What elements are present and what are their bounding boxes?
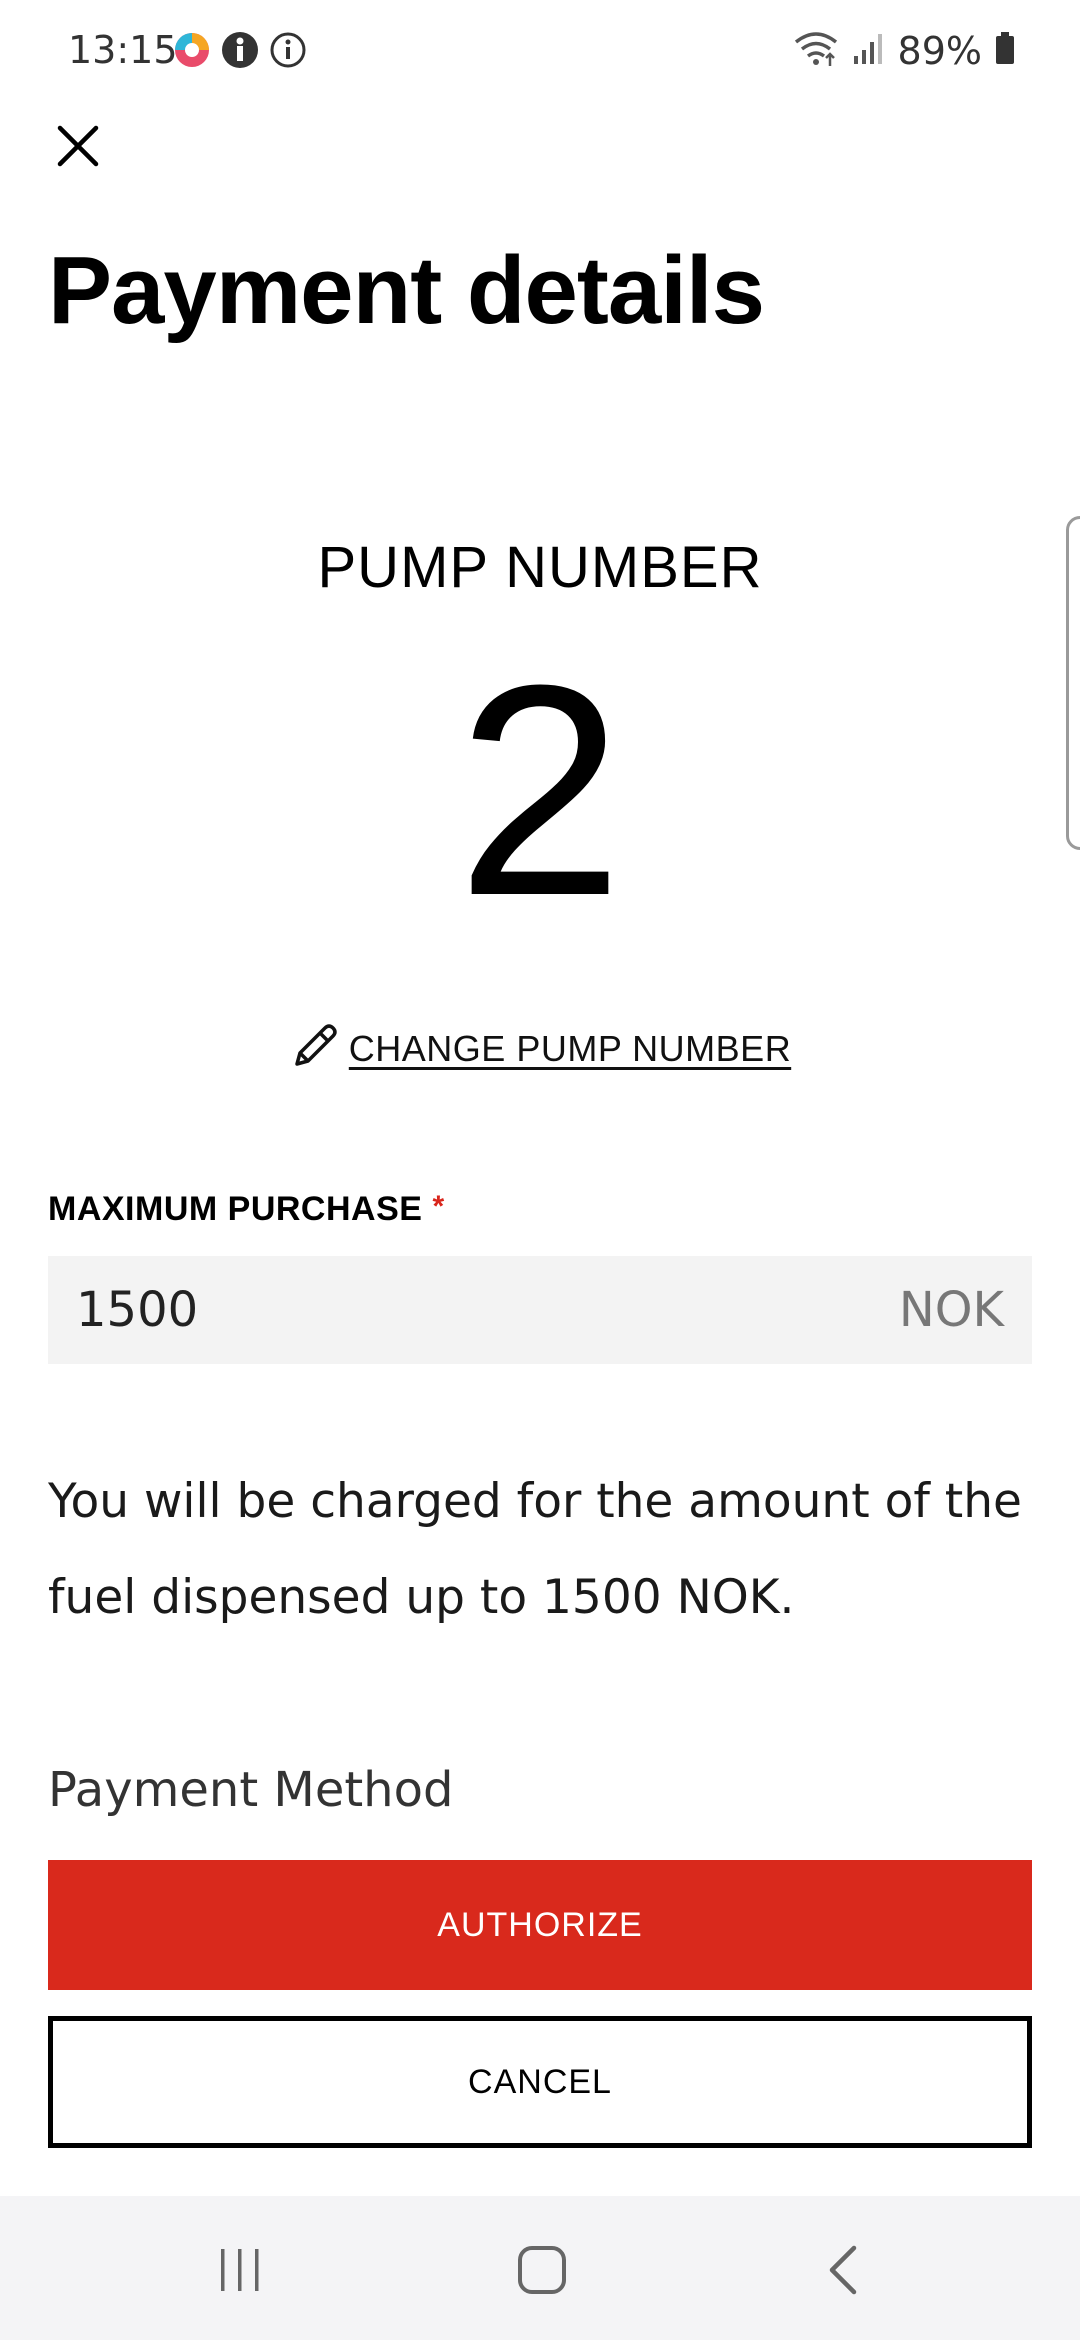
wifi-icon [792, 28, 840, 73]
charge-info-text: You will be charged for the amount of th… [48, 1474, 1022, 1625]
authorize-button[interactable]: AUTHORIZE [48, 1860, 1032, 1990]
back-icon [822, 2244, 866, 2301]
payment-method-label: Payment Method [48, 1762, 454, 1818]
recent-apps-button[interactable] [200, 2232, 280, 2312]
max-purchase-label-row: MAXIMUM PURCHASE * [48, 1190, 444, 1229]
app-notification-icon [172, 30, 212, 75]
max-purchase-label: MAXIMUM PURCHASE [48, 1190, 423, 1228]
status-bar: 13:15 89% [0, 0, 1080, 104]
status-notification-icons [172, 30, 308, 75]
required-marker: * [432, 1190, 445, 1223]
currency-suffix: NOK [898, 1282, 1004, 1338]
pump-number-value: 2 [456, 622, 624, 958]
battery-icon [994, 28, 1016, 73]
close-button[interactable] [48, 118, 108, 178]
system-nav-bar [0, 2196, 1080, 2340]
change-pump-number-label: CHANGE PUMP NUMBER [348, 1027, 792, 1069]
signal-icon [852, 28, 886, 73]
info-outline-icon [268, 30, 308, 75]
cancel-button[interactable]: CANCEL [48, 2016, 1032, 2148]
pump-number-label: PUMP NUMBER [317, 535, 763, 600]
page-title: Payment details [48, 237, 765, 344]
pencil-icon [289, 1020, 341, 1077]
status-time: 13:15 [68, 28, 178, 72]
home-icon [516, 2244, 568, 2301]
max-purchase-input[interactable] [76, 1282, 676, 1338]
close-icon [56, 124, 100, 173]
recent-apps-icon [215, 2245, 265, 2300]
back-button[interactable] [804, 2232, 884, 2312]
status-system-icons: 89% [792, 28, 1016, 73]
max-purchase-field[interactable]: NOK [48, 1256, 1032, 1364]
home-button[interactable] [502, 2232, 582, 2312]
battery-percent: 89% [897, 28, 982, 73]
info-filled-icon [220, 30, 260, 75]
change-pump-number-link[interactable]: CHANGE PUMP NUMBER [0, 1020, 1080, 1077]
